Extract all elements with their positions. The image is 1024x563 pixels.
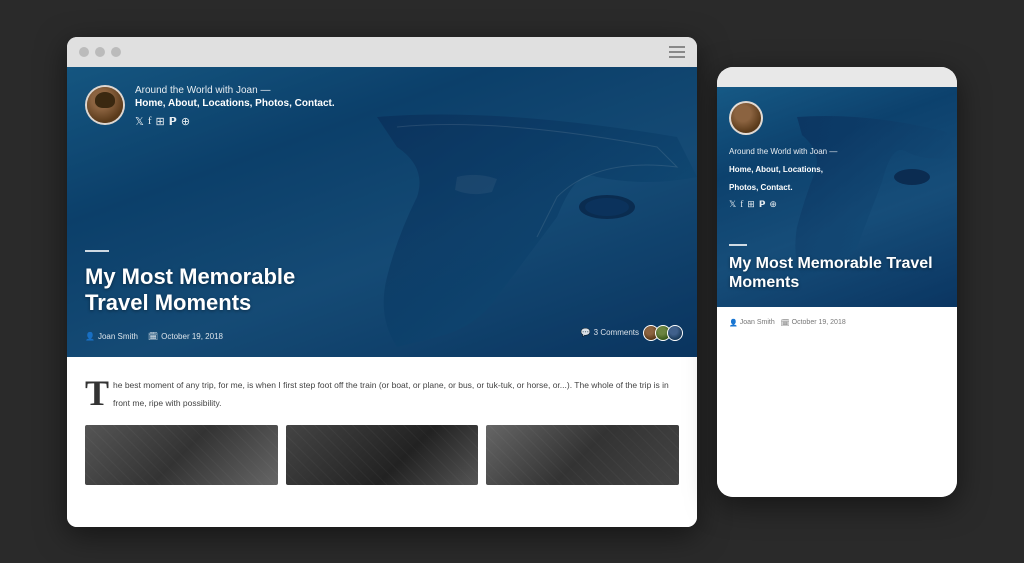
hamburger-menu[interactable]	[669, 46, 685, 58]
date-meta: 🗓 October 19, 2018	[148, 332, 223, 341]
wordpress-icon[interactable]: ⊕	[181, 115, 190, 128]
comments-meta: 💬 3 Comments	[581, 325, 679, 341]
facebook-icon[interactable]: f	[148, 115, 152, 128]
article-image-2	[286, 425, 479, 485]
hero-nav: Around the World with Joan — Home, About…	[135, 85, 335, 128]
mobile-nav-line2[interactable]: Photos, Contact.	[729, 183, 793, 192]
close-dot	[79, 47, 89, 57]
mobile-post-date: October 19, 2018	[792, 319, 846, 326]
mobile-nav: Around the World with Joan — Home, About…	[729, 141, 945, 210]
social-icons: 𝕏 f ⊞ 𝗣 ⊕	[135, 115, 335, 128]
comment-label: 3 Comments	[594, 328, 639, 337]
mobile-social-icons: 𝕏 f ⊞ 𝗣 ⊕	[729, 199, 945, 210]
window-controls	[79, 47, 121, 57]
author-icon: 👤	[85, 332, 95, 341]
mobile-mockup: Around the World with Joan — Home, About…	[717, 67, 957, 497]
desktop-header: Around the World with Joan — Home, About…	[85, 85, 335, 128]
avatar	[85, 85, 125, 125]
site-name: Around the World with Joan —	[135, 85, 335, 96]
instagram-icon[interactable]: ⊞	[156, 115, 165, 128]
mobile-site-name: Around the World with Joan —	[729, 147, 837, 156]
mobile-content: Around the World with Joan — Home, About…	[717, 87, 957, 497]
mobile-header: Around the World with Joan — Home, About…	[729, 101, 945, 210]
mobile-twitter-icon[interactable]: 𝕏	[729, 199, 736, 210]
mobile-article: 👤 Joan Smith 🗓 October 19, 2018	[717, 307, 957, 497]
commenter-avatar-3	[667, 325, 683, 341]
pinterest-icon[interactable]: 𝗣	[169, 115, 177, 128]
mobile-hero: Around the World with Joan — Home, About…	[717, 87, 957, 307]
avatar-image	[87, 87, 123, 123]
nav-menu[interactable]: Home, About, Locations, Photos, Contact.	[135, 98, 335, 109]
mobile-facebook-icon[interactable]: f	[740, 199, 743, 210]
mobile-author-name: Joan Smith	[740, 319, 775, 326]
desktop-mockup: Around the World with Joan — Home, About…	[67, 37, 697, 527]
hero-title: My Most Memorable Travel Moments	[85, 264, 345, 317]
article-text: he best moment of any trip, for me, is w…	[113, 380, 669, 408]
comment-count[interactable]: 💬 3 Comments	[581, 328, 639, 337]
mobile-avatar	[729, 101, 763, 135]
mobile-calendar-icon: 🗓	[781, 319, 790, 327]
hamburger-line	[669, 46, 685, 48]
twitter-icon[interactable]: 𝕏	[135, 115, 144, 128]
calendar-icon: 🗓	[148, 332, 158, 341]
mobile-wordpress-icon[interactable]: ⊕	[769, 199, 777, 210]
maximize-dot	[111, 47, 121, 57]
author-name: Joan Smith	[98, 332, 138, 341]
hero-text-block: My Most Memorable Travel Moments	[85, 250, 345, 317]
author-meta: 👤 Joan Smith	[85, 332, 138, 341]
desktop-article: T he best moment of any trip, for me, is…	[67, 357, 697, 527]
article-body: T he best moment of any trip, for me, is…	[85, 375, 679, 411]
hamburger-line	[669, 56, 685, 58]
desktop-hero: Around the World with Joan — Home, About…	[67, 67, 697, 357]
drop-cap: T	[85, 379, 109, 408]
desktop-content: Around the World with Joan — Home, About…	[67, 67, 697, 527]
article-image-3	[486, 425, 679, 485]
mobile-author-meta: 👤 Joan Smith	[729, 319, 775, 327]
minimize-dot	[95, 47, 105, 57]
article-images	[85, 425, 679, 485]
hamburger-line	[669, 51, 685, 53]
hero-meta: 👤 Joan Smith 🗓 October 19, 2018	[85, 332, 223, 341]
mobile-instagram-icon[interactable]: ⊞	[747, 199, 755, 210]
article-image-1	[85, 425, 278, 485]
commenter-avatars	[643, 325, 679, 341]
mobile-hero-text: My Most Memorable Travel Moments	[729, 244, 957, 292]
mobile-divider	[729, 244, 747, 246]
hero-divider	[85, 250, 109, 252]
mobile-titlebar	[717, 67, 957, 87]
mobile-meta: 👤 Joan Smith 🗓 October 19, 2018	[729, 319, 945, 327]
post-date: October 19, 2018	[161, 332, 223, 341]
mobile-nav-line1[interactable]: Home, About, Locations,	[729, 165, 823, 174]
mobile-author-icon: 👤	[729, 319, 738, 327]
mobile-pinterest-icon[interactable]: 𝗣	[759, 199, 766, 210]
comment-icon: 💬	[581, 328, 591, 337]
mobile-date-meta: 🗓 October 19, 2018	[781, 319, 846, 327]
mobile-title: My Most Memorable Travel Moments	[729, 254, 957, 292]
desktop-titlebar	[67, 37, 697, 67]
